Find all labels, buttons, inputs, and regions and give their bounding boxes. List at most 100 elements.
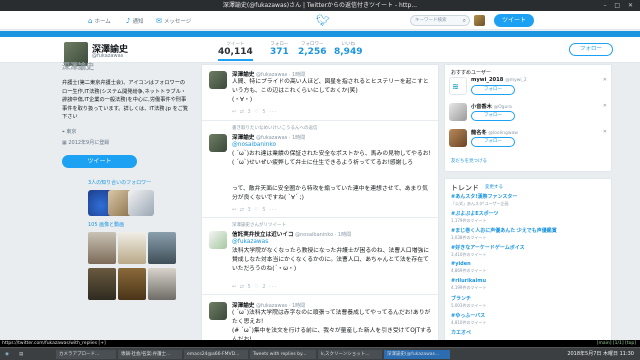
mention-link[interactable]: @nosaibaninko [232,142,276,148]
suggestion-avatar[interactable] [449,103,467,121]
clock[interactable]: 2018年5月7日 木曜日 11:30 [567,350,634,359]
trend-count: 4,199件のツイート [451,285,487,290]
taskbar-item[interactable]: 専鍋·社会/名案:弁護士... [118,350,182,359]
window-title: 深澤諭史(@fukazawas)さん | Twitterからの返信付きツイート … [222,2,418,9]
suggestion-avatar[interactable] [449,129,467,147]
media-thumbnail[interactable] [88,268,116,300]
nav-notifications[interactable]: ♪ 通知 [126,15,143,27]
trend-item[interactable]: #ゆっふーバス 4,810件のツイート [451,312,486,326]
trend-tag: ブランチ [451,296,472,302]
suggestion-follow-button[interactable]: フォロー [471,111,515,121]
trend-item[interactable]: #yiden 4,869件のツイート [451,261,486,274]
trend-count: 4,810件のツイート [451,320,487,325]
trend-tag: #ぷよぷよEスポ一ツ [451,211,499,217]
follower-avatar[interactable] [128,190,154,216]
trend-item[interactable]: #あんスタ!漢祭ファンスター 「公式」あんスタ!ユーザー企画 [451,193,517,207]
search-placeholder: キーワード検索 [415,18,447,23]
who-to-follow-card: おすすめユーザー ≋ mywi_2018 @mywi_2 フォロー ✕ 小音香木… [444,64,612,172]
media-thumbnail[interactable] [148,268,176,300]
taskbar-item[interactable]: カメラアプロード... [56,350,116,359]
trends-title: トレンド [451,184,479,192]
taskbar-item[interactable]: emacs24@a66-FMVD... [184,350,248,359]
trend-item[interactable]: #rilurikaimu 4,199件のツイート [451,278,486,291]
trend-count: 3,038件のツイート [451,235,487,240]
trend-count: 5,003件のツイート [451,303,487,308]
taskbar-item[interactable]: Tweets with replies by... [250,350,316,359]
start-menu-icon[interactable]: ◉ [2,350,14,359]
trend-item[interactable]: カエオペ [451,329,471,337]
suggestion-avatar[interactable]: ≋ [449,77,467,95]
tweet-actions[interactable]: ↩ ⇄ 5 ♡ 2 ··· [232,284,277,290]
tweet-avatar[interactable] [209,134,227,152]
find-friends-link[interactable]: 友だちを見つける [451,158,487,164]
tweet-actions[interactable]: ↩ ⇄ 3 ♡ 5 ··· [232,109,277,115]
media-thumbnail[interactable] [118,232,146,264]
trend-item[interactable]: ブランチ 5,003件のツイート [451,295,486,309]
taskbar-item[interactable]: 深澤諭史(@fukazawas... [384,350,450,359]
suggestion-name[interactable]: 小音香木 @Ogura [471,103,512,110]
follow-button[interactable]: フォロー [569,43,613,56]
close-icon[interactable]: ✕ [603,129,607,135]
trend-tag: #好きなアーケードゲームボイス [451,245,525,251]
stat-likes[interactable]: いいね 8,949 [334,41,362,57]
trend-item[interactable]: #ぷよぷよEスポ一ツ 1,179件のツイート [451,210,499,224]
trend-item[interactable]: #まじ巻く人おに声優あんた 少えでも声優鑑賞 3,038件のツイート [451,227,557,241]
taskbar-item[interactable]: k,スクリーンショット... [318,350,382,359]
nav-home-label: ホーム [94,19,111,25]
tweet[interactable]: 書き取りたいなめいけいこうるんへの返信 深澤諭史 @fukazawas · 1時… [202,122,438,218]
compose-tweet-button[interactable]: ツイート [494,14,534,27]
tweet-avatar[interactable] [209,302,227,320]
tweet[interactable]: 深澤諭史 @fukazawas · 1時間 ( ´ω`)法科大学院は赤字なのに頑… [202,296,438,345]
search-input[interactable]: キーワード検索 ⌕ [410,15,470,26]
suggestion-follow-button[interactable]: フォロー [471,85,515,95]
tweet-reply-to: @fukazawas [232,238,432,247]
tweet-actions[interactable]: ↩ ⇄ 3 ♡ 5 ··· [232,207,277,213]
tweet[interactable]: 深澤諭史さんがリツイート 信託実弁技立は近いイコ @nosaibaninko ·… [202,219,438,295]
nav-notifications-label: 通知 [132,19,144,25]
twitter-logo-icon[interactable]: 🐦︎ [316,14,330,27]
window-controls[interactable]: – □ ✕ [603,0,636,11]
trend-tag: カエオペ [451,330,472,336]
stat-tweets[interactable]: ツイート 40,114 [218,41,253,61]
logo-icon: ≋ [452,82,459,91]
followers-you-know-link[interactable]: 3人の知り合いのフォロワー [88,179,151,186]
profile-handle: @fukazawas [92,53,124,59]
close-icon[interactable]: ✕ [603,103,607,109]
media-thumbnail[interactable] [118,268,146,300]
timeline: 深澤諭史 @fukazawas · 1時間 人間、特にプライドの高い人ほど、図星… [201,64,439,346]
suggestion-follow-button[interactable]: フォロー [471,137,515,147]
home-icon: ⌂ [88,17,93,25]
trends-change-link[interactable]: 変更する [485,184,503,190]
joined-text: 2012年9月に登録 [68,140,110,146]
tweet-avatar[interactable] [209,231,227,249]
browser-statusbar: https://twitter.com/fukazawas/with_repli… [0,340,640,347]
tweet-avatar[interactable] [209,71,227,89]
stat-value: 2,256 [298,47,327,57]
profile-tweet-button[interactable]: ツイート [62,155,137,168]
trend-count: 3,410件のツイート [451,252,487,257]
suggestion-name[interactable]: mywi_2018 @mywi_2 [471,77,527,83]
suggestion-name[interactable]: 龍名冬 @loolingwaw [471,129,518,136]
mention-link[interactable]: @fukazawas [232,239,268,245]
location-text: 東京 [66,129,77,135]
media-thumbnail[interactable] [88,232,116,264]
tweet-text-continued: って、敵弁天面に安全圏から特攻を煽っていた連中を連想させて、あまり気分が良くない… [232,186,428,201]
close-icon[interactable]: ✕ [603,77,607,83]
stat-value: 371 [270,47,289,57]
media-thumbnail[interactable] [148,232,176,264]
tweet[interactable]: 深澤諭史 @fukazawas · 1時間 人間、特にプライドの高い人ほど、図星… [202,65,438,121]
trend-item[interactable]: #好きなアーケードゲームボイス 3,410件のツイート [451,244,525,258]
suggestion-handle: @mywi_2 [505,78,527,83]
media-link[interactable]: 105 画像と動画 [88,221,124,228]
stat-followers[interactable]: フォロワー 2,256 [298,41,326,57]
taskbar: ◉ ▤ カメラアプロード... 専鍋·社会/名案:弁護士... emacs24@… [0,347,640,360]
search-icon[interactable]: ⌕ [463,16,466,25]
file-manager-icon[interactable]: ▤ [16,350,28,359]
tweet-text: ( ´ω`)おれ達は業績の保証された安全なポストから、馬みの見物してやるお! (… [232,151,431,166]
nav-messages[interactable]: ✉ メッセージ [156,15,191,27]
account-avatar[interactable] [474,15,485,26]
trend-tag: #あんスタ!漢祭ファンスター [451,194,518,200]
stat-following[interactable]: フォロー 371 [270,41,289,57]
nav-home[interactable]: ⌂ ホーム [88,15,111,27]
suggestion-item: ≋ mywi_2018 @mywi_2 フォロー ✕ [449,77,609,101]
